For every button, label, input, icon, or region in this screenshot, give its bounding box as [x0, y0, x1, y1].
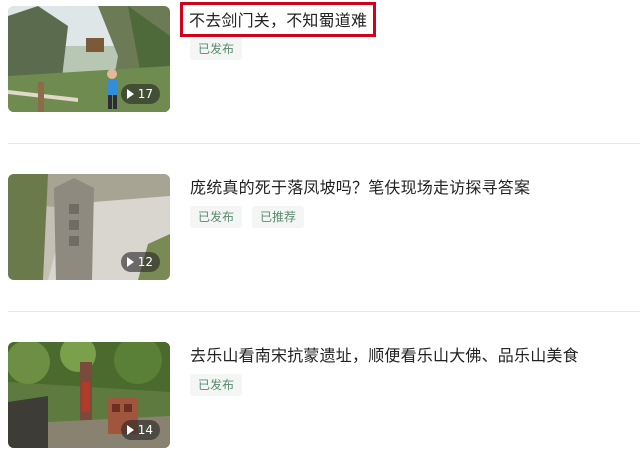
status-badge-published: 已发布 [190, 38, 243, 60]
tag-list: 已发布 [190, 374, 243, 396]
status-badge-published: 已发布 [190, 206, 243, 228]
video-count-badge: 12 [120, 252, 160, 272]
video-count-badge: 17 [120, 84, 160, 104]
video-title[interactable]: 庞统真的死于落凤坡吗？笔伕现场走访探寻答案 [190, 174, 530, 198]
video-count: 12 [137, 255, 153, 269]
status-badge-published: 已发布 [190, 374, 243, 396]
play-icon [126, 425, 134, 435]
video-thumbnail[interactable]: 12 [8, 174, 170, 280]
tag-list: 已发布 [190, 38, 243, 60]
video-thumbnail[interactable]: 17 [8, 6, 170, 112]
divider [8, 311, 640, 312]
play-icon [126, 89, 134, 99]
video-title[interactable]: 不去剑门关，不知蜀道难 [180, 2, 377, 37]
video-count: 14 [137, 423, 153, 437]
video-thumbnail[interactable]: 14 [8, 342, 170, 448]
tag-list: 已发布 已推荐 [190, 206, 305, 228]
status-badge-recommended: 已推荐 [252, 206, 305, 228]
video-count: 17 [137, 87, 153, 101]
video-count-badge: 14 [120, 420, 160, 440]
video-title[interactable]: 去乐山看南宋抗蒙遗址，顺便看乐山大佛、品乐山美食 [190, 342, 579, 366]
divider [8, 143, 640, 144]
play-icon [126, 257, 134, 267]
